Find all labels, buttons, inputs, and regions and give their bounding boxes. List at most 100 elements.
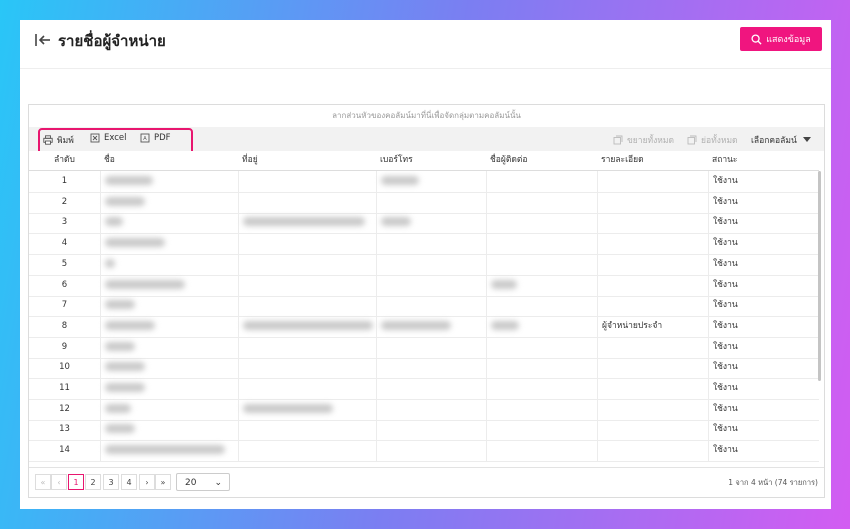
cell-status: ใช้งาน — [708, 336, 819, 358]
page-title: รายชื่อผู้จำหน่าย — [58, 32, 166, 50]
cell-address — [238, 233, 376, 255]
table-row[interactable]: 12 ใช้งาน — [29, 398, 819, 421]
cell-status: ใช้งาน — [708, 398, 819, 420]
table-row[interactable]: 5 ใช้งาน — [29, 253, 819, 276]
col-order-header[interactable]: ลำดับ — [29, 151, 100, 170]
cell-address — [238, 378, 376, 399]
cell-order: 1 — [61, 176, 68, 186]
col-status-header[interactable]: สถานะ — [708, 151, 819, 170]
cell-order: 12 — [59, 403, 70, 414]
page-size-value: 20 — [185, 478, 197, 488]
redacted-name — [105, 320, 155, 330]
redacted-name — [105, 445, 225, 455]
redacted-name — [105, 341, 135, 351]
cell-contact — [486, 419, 597, 441]
column-chooser-button[interactable]: เลือกคอลัมน์ — [751, 133, 811, 147]
cell-address — [238, 419, 376, 441]
cell-contact — [486, 315, 597, 337]
redacted-address — [243, 403, 333, 413]
cell-status: ใช้งาน — [708, 440, 819, 462]
table-row[interactable]: 6 ใช้งาน — [29, 274, 819, 297]
cell-status: ใช้งาน — [708, 212, 819, 234]
cell-name — [100, 212, 238, 234]
next-page-button[interactable]: › — [139, 474, 155, 490]
show-data-button[interactable]: แสดงข้อมูล — [740, 27, 822, 51]
cell-address — [238, 398, 376, 420]
cell-contact — [486, 336, 597, 358]
redacted-address — [243, 217, 365, 227]
cell-status: ใช้งาน — [708, 315, 819, 337]
table-row[interactable]: 3 ใช้งาน — [29, 212, 819, 235]
redacted-name — [105, 383, 145, 392]
cell-order: 11 — [59, 383, 70, 393]
cell-phone — [376, 171, 486, 192]
table-row[interactable]: 13 ใช้งาน — [29, 419, 819, 442]
table-row[interactable]: 1 ใช้งาน — [29, 171, 819, 193]
table-row[interactable]: 8 ผู้จำหน่ายประจำ ใช้งาน — [29, 315, 819, 338]
page-button-1[interactable]: 1 — [68, 474, 84, 490]
page-button-4[interactable]: 4 — [121, 474, 137, 490]
cell-name — [100, 336, 238, 358]
printer-icon — [43, 135, 53, 145]
cell-order: 14 — [59, 445, 70, 456]
cell-order: 9 — [61, 341, 68, 352]
cell-status: ใช้งาน — [708, 419, 819, 441]
cell-address — [238, 336, 376, 358]
redacted-contact — [491, 279, 517, 289]
table-row[interactable]: 10 ใช้งาน — [29, 357, 819, 380]
cell-detail — [597, 295, 708, 317]
col-contact-header[interactable]: ชื่อผู้ติดต่อ — [486, 151, 597, 170]
collapse-icon — [687, 135, 697, 145]
cell-order: 8 — [61, 320, 68, 331]
cell-detail — [597, 419, 708, 441]
search-icon — [751, 33, 762, 45]
table-row[interactable]: 7 ใช้งาน — [29, 295, 819, 318]
page-size-select[interactable]: 20 ⌄ — [176, 473, 230, 491]
table-row[interactable]: 14 ใช้งาน — [29, 440, 819, 463]
cell-order: 5 — [61, 258, 68, 269]
redacted-address — [243, 320, 373, 330]
table-row[interactable]: 2 ใช้งาน — [29, 191, 819, 214]
cell-phone — [376, 253, 486, 275]
col-detail-header[interactable]: รายละเอียด — [597, 151, 708, 170]
vertical-scrollbar[interactable] — [818, 171, 821, 381]
redacted-phone — [381, 217, 411, 227]
col-name-header[interactable]: ชื่อ — [100, 151, 238, 170]
redacted-name — [105, 258, 115, 268]
redacted-contact — [491, 320, 519, 330]
cell-phone — [376, 357, 486, 379]
col-phone-header[interactable]: เบอร์โทร — [376, 151, 486, 170]
last-page-button[interactable]: » — [155, 474, 171, 490]
cell-phone — [376, 233, 486, 255]
excel-export-button[interactable]: Excel — [90, 133, 127, 143]
group-panel-hint[interactable]: ลากส่วนหัวของคอลัมน์มาที่นี่เพื่อจัดกลุ่… — [29, 105, 824, 128]
cell-address — [238, 253, 376, 275]
first-page-button[interactable]: « — [35, 474, 51, 490]
cell-detail — [597, 440, 708, 462]
cell-detail — [597, 233, 708, 255]
print-button[interactable]: พิมพ์ — [43, 133, 74, 147]
prev-page-button[interactable]: ‹ — [51, 474, 67, 490]
page-info: 1 จาก 4 หน้า (74 รายการ) — [728, 478, 818, 487]
expand-all-button[interactable]: ขยายทั้งหมด — [613, 133, 674, 147]
cell-phone — [376, 378, 486, 399]
page-button-3[interactable]: 3 — [103, 474, 119, 490]
cell-phone — [376, 295, 486, 317]
cell-address — [238, 315, 376, 337]
col-address-header[interactable]: ที่อยู่ — [238, 151, 376, 170]
cell-contact — [486, 233, 597, 255]
cell-detail — [597, 274, 708, 296]
cell-address — [238, 440, 376, 462]
cell-status: ใช้งาน — [708, 233, 819, 255]
cell-name — [100, 357, 238, 379]
cell-status: ใช้งาน — [708, 274, 819, 296]
table-row[interactable]: 4 ใช้งาน — [29, 233, 819, 256]
cell-address — [238, 171, 376, 192]
pdf-export-button[interactable]: A PDF — [140, 133, 171, 143]
collapse-all-button[interactable]: ย่อทั้งหมด — [687, 133, 738, 147]
table-row[interactable]: 11 ใช้งาน — [29, 378, 819, 400]
excel-label: Excel — [104, 133, 127, 143]
page-button-2[interactable]: 2 — [85, 474, 101, 490]
table-row[interactable]: 9 ใช้งาน — [29, 336, 819, 359]
back-arrow-icon[interactable] — [34, 31, 52, 49]
